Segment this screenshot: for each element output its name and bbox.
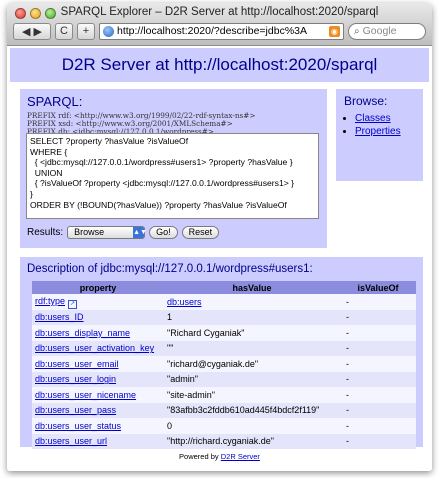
value-cell: "83afbb3c2fddb610ad445f4bdcf2f119"	[164, 402, 340, 418]
property-link[interactable]: rdf:type	[35, 296, 65, 306]
property-cell: db:users_user_activation_key	[32, 340, 164, 356]
isvalueof-cell: -	[340, 433, 416, 449]
browse-heading: Browse:	[344, 94, 388, 108]
search-field[interactable]: ⌕ Google	[348, 22, 426, 40]
isvalueof-cell: -	[340, 309, 416, 325]
value-cell: "Richard Cyganiak"	[164, 325, 340, 341]
go-button[interactable]: Go!	[149, 226, 178, 239]
external-link-icon[interactable]: ↗	[68, 299, 78, 309]
column-header-hasvalue: hasValue	[164, 281, 340, 294]
browse-item: Classes	[355, 112, 401, 125]
results-row: Results: Browse ▲▼ Go! Reset	[27, 226, 220, 239]
property-link[interactable]: db:users_user_login	[35, 374, 116, 384]
results-format-value: Browse	[74, 227, 105, 237]
value-cell: "admin"	[164, 371, 340, 387]
property-cell: rdf:type ↗	[32, 294, 164, 310]
results-format-select[interactable]: Browse ▲▼	[67, 226, 147, 239]
add-bookmark-button[interactable]: +	[77, 22, 95, 40]
table-header-row: property hasValue isValueOf	[32, 281, 416, 294]
description-heading: Description of jdbc:mysql://127.0.0.1/wo…	[27, 263, 313, 275]
browse-list: Classes Properties	[344, 112, 401, 138]
back-forward-button[interactable]: ◀ ▶	[13, 22, 51, 40]
properties-link[interactable]: Properties	[355, 126, 401, 137]
search-icon: ⌕	[354, 25, 360, 37]
property-cell: db:users_user_url	[32, 433, 164, 449]
column-header-property: property	[32, 281, 164, 294]
property-link[interactable]: db:users_display_name	[35, 328, 130, 338]
property-link[interactable]: db:users_ID	[35, 312, 84, 322]
results-table: property hasValue isValueOf rdf:type ↗ db…	[32, 281, 416, 449]
globe-icon	[103, 25, 114, 37]
table-row: db:users_display_name "Richard Cyganiak"…	[32, 325, 416, 341]
footer-text: Powered by	[179, 452, 219, 461]
isvalueof-cell: -	[340, 340, 416, 356]
results-label: Results:	[27, 227, 64, 238]
reset-button[interactable]: Reset	[181, 226, 220, 239]
classes-link[interactable]: Classes	[355, 113, 391, 124]
search-placeholder: Google	[362, 25, 397, 37]
d2r-server-link[interactable]: D2R Server	[221, 452, 260, 461]
value-cell: "richard@cyganiak.de"	[164, 356, 340, 372]
property-cell: db:users_user_login	[32, 371, 164, 387]
isvalueof-cell: -	[340, 387, 416, 403]
rss-icon[interactable]: ◉	[329, 25, 340, 37]
sparql-heading: SPARQL:	[27, 94, 83, 109]
property-link[interactable]: db:users_user_nicename	[35, 390, 136, 400]
table-row: rdf:type ↗ db:users -	[32, 294, 416, 310]
isvalueof-cell: -	[340, 402, 416, 418]
table-row: db:users_user_login "admin" -	[32, 371, 416, 387]
property-cell: db:users_user_status	[32, 418, 164, 434]
dropdown-arrow-icon: ▲▼	[133, 227, 147, 238]
table-row: db:users_user_status 0 -	[32, 418, 416, 434]
property-link[interactable]: db:users_user_email	[35, 359, 119, 369]
reload-button[interactable]: C	[55, 22, 73, 40]
table-row: db:users_ID 1 -	[32, 309, 416, 325]
browser-window: SPARQL Explorer – D2R Server at http://l…	[7, 3, 432, 471]
property-cell: db:users_user_email	[32, 356, 164, 372]
page-content: D2R Server at http://localhost:2020/spar…	[7, 46, 432, 471]
value-cell: 1	[164, 309, 340, 325]
property-cell: db:users_user_pass	[32, 402, 164, 418]
table-row: db:users_user_nicename "site-admin" -	[32, 387, 416, 403]
property-link[interactable]: db:users_user_pass	[35, 405, 116, 415]
address-bar[interactable]: http://localhost:2020/?describe=jdbc%3A …	[99, 22, 344, 40]
property-link[interactable]: db:users_user_status	[35, 421, 121, 431]
property-cell: db:users_display_name	[32, 325, 164, 341]
table-row: db:users_user_url "http://richard.cygani…	[32, 433, 416, 449]
value-link[interactable]: db:users	[167, 297, 202, 307]
page-banner: D2R Server at http://localhost:2020/spar…	[10, 48, 429, 82]
column-header-isvalueof: isValueOf	[340, 281, 416, 294]
description-panel: Description of jdbc:mysql://127.0.0.1/wo…	[20, 257, 423, 449]
property-cell: db:users_user_nicename	[32, 387, 164, 403]
property-link[interactable]: db:users_user_activation_key	[35, 343, 154, 353]
page-footer: Powered by D2R Server	[7, 452, 432, 461]
table-row: db:users_user_pass "83afbb3c2fddb610ad44…	[32, 402, 416, 418]
browse-panel: Browse: Classes Properties	[336, 89, 423, 181]
property-cell: db:users_ID	[32, 309, 164, 325]
browse-item: Properties	[355, 125, 401, 138]
value-cell: 0	[164, 418, 340, 434]
isvalueof-cell: -	[340, 325, 416, 341]
isvalueof-cell: -	[340, 418, 416, 434]
address-text: http://localhost:2020/?describe=jdbc%3A	[117, 25, 307, 37]
table-row: db:users_user_activation_key "" -	[32, 340, 416, 356]
isvalueof-cell: -	[340, 371, 416, 387]
value-cell: db:users	[164, 294, 340, 310]
isvalueof-cell: -	[340, 294, 416, 310]
browser-toolbar: ◀ ▶ C + http://localhost:2020/?describe=…	[13, 21, 426, 41]
value-cell: ""	[164, 340, 340, 356]
window-title: SPARQL Explorer – D2R Server at http://l…	[60, 6, 379, 18]
query-textarea[interactable]: SELECT ?property ?hasValue ?isValueOf WH…	[26, 133, 319, 219]
title-bar: SPARQL Explorer – D2R Server at http://l…	[7, 3, 432, 46]
value-cell: "http://richard.cyganiak.de"	[164, 433, 340, 449]
table-row: db:users_user_email "richard@cyganiak.de…	[32, 356, 416, 372]
property-link[interactable]: db:users_user_url	[35, 436, 107, 446]
isvalueof-cell: -	[340, 356, 416, 372]
sparql-panel: SPARQL: PREFIX rdf: <http://www.w3.org/1…	[20, 89, 327, 248]
value-cell: "site-admin"	[164, 387, 340, 403]
